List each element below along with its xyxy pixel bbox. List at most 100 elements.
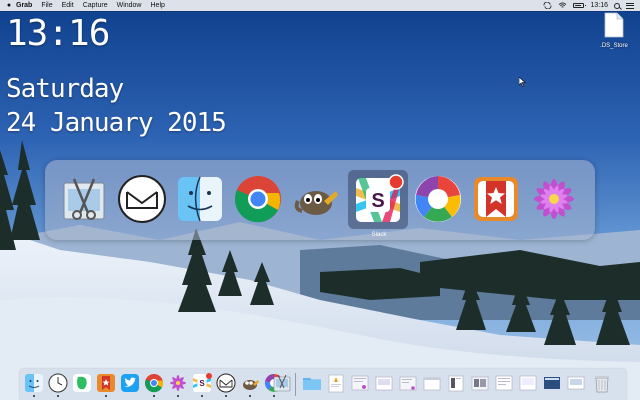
document-icon (471, 376, 489, 391)
slack-icon: S (193, 373, 212, 392)
airmail-icon (216, 373, 236, 393)
running-indicator (105, 395, 107, 397)
dock-document[interactable] (350, 373, 370, 393)
applications-folder-icon (303, 378, 321, 390)
running-indicator (201, 395, 203, 397)
trash-icon (595, 376, 609, 393)
sync-icon[interactable] (543, 2, 552, 9)
document-icon (519, 375, 537, 391)
switcher-app-chrome[interactable] (230, 171, 286, 227)
dock-document[interactable] (494, 373, 514, 393)
mouse-pointer-icon (519, 77, 526, 87)
dock-trash[interactable] (592, 373, 612, 393)
dock-evernote[interactable] (72, 373, 92, 393)
notification-center-icon[interactable] (626, 2, 634, 9)
evernote-icon (73, 374, 91, 392)
spotlight-search-icon[interactable] (614, 2, 620, 9)
menubar-clock[interactable]: 13:16 (590, 2, 608, 9)
picasa-icon (415, 176, 461, 222)
menu-app-grab[interactable]: Grab (16, 2, 32, 9)
dock-document[interactable] (374, 373, 394, 393)
switcher-app-slack[interactable]: S (348, 170, 408, 229)
dock-document[interactable] (542, 373, 562, 393)
menu-edit[interactable]: Edit (62, 2, 74, 9)
dock-document[interactable] (518, 373, 538, 393)
finder-icon (178, 176, 222, 222)
desktop-clock-date: 24 January 2015 (6, 108, 227, 138)
menu-file[interactable]: File (41, 2, 52, 9)
running-indicator (177, 395, 179, 397)
dock-twitter[interactable] (120, 373, 140, 393)
dock-flower[interactable] (168, 373, 188, 397)
desktop-clock-time: 13:16 (6, 13, 110, 54)
app-switcher: S (45, 160, 595, 240)
running-indicator (33, 395, 35, 397)
airmail-icon (118, 175, 166, 223)
preview-doc-icon (328, 374, 344, 393)
running-indicator (153, 395, 155, 397)
dock-document[interactable] (422, 373, 442, 393)
switcher-app-wunderlist[interactable] (468, 171, 524, 227)
gimp-icon (243, 380, 259, 390)
dock-chrome[interactable] (144, 373, 164, 397)
apple-menu-icon[interactable]: ● (2, 2, 16, 9)
document-icon (375, 376, 393, 391)
switcher-app-picasa[interactable] (410, 171, 466, 227)
dock-applications-folder[interactable] (302, 373, 322, 393)
dock-wunderlist[interactable] (96, 373, 116, 397)
dock-document[interactable] (446, 373, 466, 393)
finder-icon (25, 374, 43, 392)
twitter-icon (121, 374, 139, 392)
wunderlist-icon (474, 177, 518, 221)
switcher-app-flower[interactable] (526, 171, 582, 227)
dock-airmail[interactable] (216, 373, 236, 397)
grab-icon (273, 374, 291, 392)
flower-icon (534, 179, 574, 219)
document-icon (567, 376, 585, 390)
gimp-icon (294, 191, 338, 215)
running-indicator (249, 395, 251, 397)
dock-document[interactable] (470, 373, 490, 393)
menu-bar: ● Grab File Edit Capture Window Help 13:… (0, 0, 640, 11)
desktop-file-ds-store[interactable]: .DS_Store (594, 12, 634, 49)
menu-help[interactable]: Help (151, 2, 165, 9)
dock-finder[interactable] (24, 373, 44, 397)
switcher-app-gimp[interactable] (288, 171, 344, 227)
svg-text:S: S (199, 379, 205, 388)
desktop-clock-day: Saturday (6, 74, 124, 104)
menu-capture[interactable]: Capture (83, 2, 108, 9)
dock-preview-document[interactable] (326, 373, 346, 393)
running-indicator (273, 395, 275, 397)
battery-icon[interactable] (573, 3, 587, 8)
flower-icon (170, 375, 186, 391)
document-icon (351, 375, 369, 391)
running-indicator (57, 395, 59, 397)
wunderlist-icon (97, 374, 115, 392)
document-icon (423, 377, 441, 391)
dock-document[interactable] (566, 373, 586, 393)
switcher-app-finder[interactable] (172, 171, 228, 227)
menu-window[interactable]: Window (117, 2, 142, 9)
menubar-status-area: 13:16 (543, 0, 640, 11)
running-indicator (225, 395, 227, 397)
dock-document[interactable] (398, 373, 418, 393)
svg-text:S: S (371, 190, 384, 212)
dock: S (20, 369, 626, 400)
document-icon (448, 375, 464, 392)
desktop-file-name: .DS_Store (600, 43, 628, 49)
switcher-app-airmail[interactable] (114, 171, 170, 227)
clock-icon (48, 373, 68, 393)
dock-separator (295, 373, 296, 396)
dock-gimp[interactable] (240, 373, 260, 397)
dock-slack[interactable]: S (192, 373, 212, 397)
dock-clock[interactable] (48, 373, 68, 397)
document-icon (495, 375, 513, 391)
document-icon (604, 12, 624, 38)
document-icon (399, 376, 417, 391)
wifi-icon[interactable] (558, 2, 567, 9)
switcher-selected-label: Slack (371, 232, 387, 238)
chrome-icon (145, 374, 163, 393)
dock-grab[interactable] (272, 373, 292, 393)
chrome-icon (235, 176, 281, 223)
switcher-app-grab[interactable] (56, 171, 112, 227)
